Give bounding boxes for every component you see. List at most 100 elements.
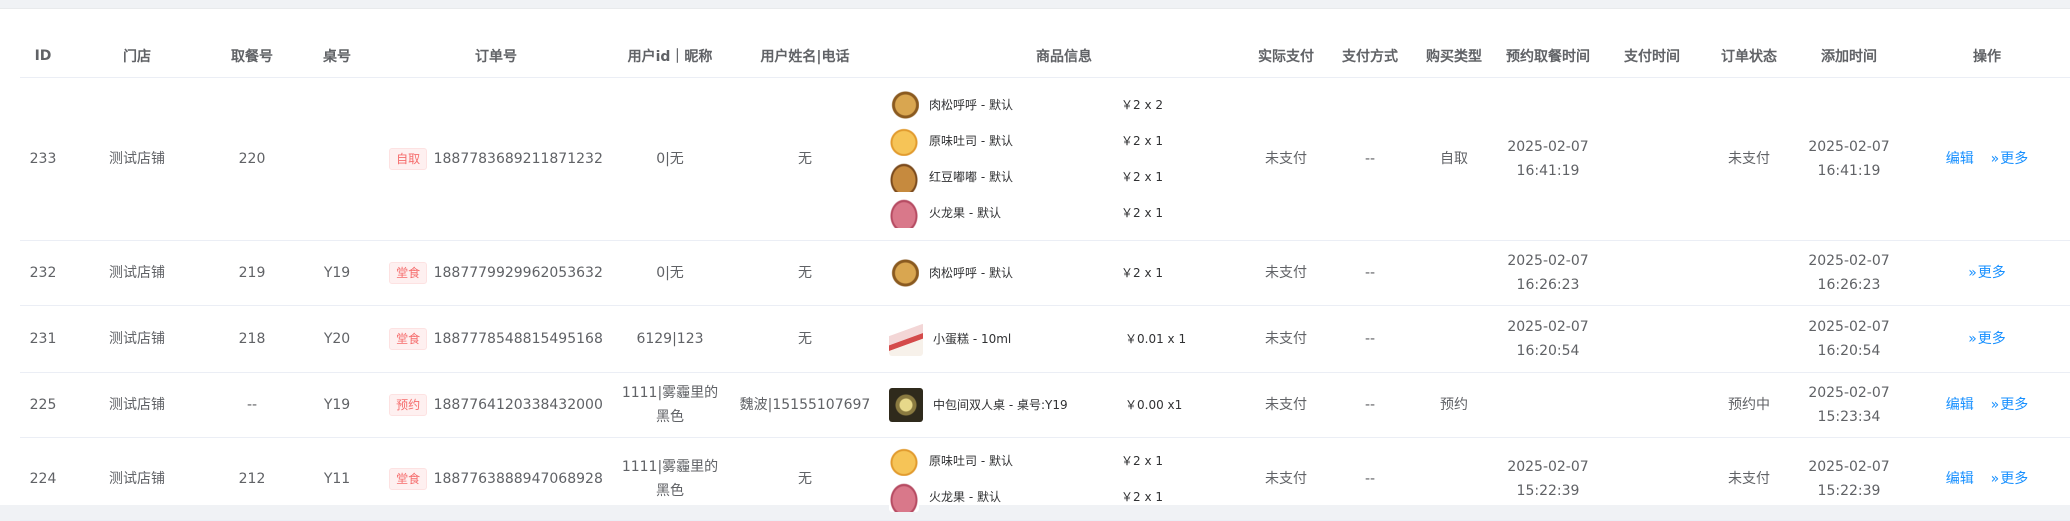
goods-price: ￥2 x 1 bbox=[1121, 454, 1164, 468]
goods-price: ￥2 x 1 bbox=[1121, 170, 1164, 184]
order-type-tag: 预约 bbox=[389, 394, 428, 416]
red-bean-bun-thumbnail bbox=[889, 162, 919, 192]
order-type-tag: 堂食 bbox=[389, 328, 428, 350]
col-header-reserve-time[interactable]: 预约取餐时间 bbox=[1496, 35, 1600, 78]
order-number: 1887764120338432000 bbox=[433, 397, 603, 413]
add-clock: 15:22:39 bbox=[1817, 483, 1881, 499]
more-label: 更多 bbox=[1977, 265, 2006, 281]
col-header-add-time[interactable]: 添加时间 bbox=[1794, 35, 1904, 78]
add-clock: 16:41:19 bbox=[1817, 163, 1881, 179]
cell-pickup-no: 219 bbox=[208, 240, 296, 306]
cell-paid: 未支付 bbox=[1244, 77, 1328, 241]
more-link[interactable]: »更多 bbox=[1968, 265, 2006, 281]
more-link[interactable]: »更多 bbox=[1991, 151, 2029, 167]
more-label: 更多 bbox=[2000, 471, 2029, 487]
col-header-paid[interactable]: 实际支付 bbox=[1244, 35, 1328, 78]
reserve-date: 2025-02-07 bbox=[1507, 459, 1589, 475]
double-chevron-right-icon: » bbox=[1990, 397, 2000, 413]
reserve-clock: 16:20:54 bbox=[1516, 343, 1580, 359]
goods-name: 红豆嘟嘟 - 默认 bbox=[929, 170, 1013, 184]
cell-status: 预约中 bbox=[1704, 372, 1794, 438]
add-clock: 16:26:23 bbox=[1817, 277, 1881, 293]
cell-user: 0|无 bbox=[614, 77, 726, 241]
order-number: 1887778548815495168 bbox=[433, 331, 603, 347]
goods-item: 红豆嘟嘟 - 默认 ￥2 x 1 bbox=[885, 159, 1243, 195]
plain-toast-thumbnail bbox=[889, 126, 919, 156]
cell-buy-type: 预约 bbox=[1412, 372, 1496, 438]
more-link[interactable]: »更多 bbox=[1968, 331, 2006, 347]
edit-link[interactable]: 编辑 bbox=[1946, 397, 1974, 413]
double-chevron-right-icon: » bbox=[1990, 151, 2000, 167]
col-header-buy-type[interactable]: 购买类型 bbox=[1412, 35, 1496, 78]
cell-table-no: Y20 bbox=[296, 305, 378, 373]
col-header-store[interactable]: 门店 bbox=[66, 35, 208, 78]
cell-table-no bbox=[296, 77, 378, 241]
col-header-table-no[interactable]: 桌号 bbox=[296, 35, 378, 78]
cell-user: 6129|123 bbox=[614, 305, 726, 373]
cell-reserve-time: 2025-02-07 16:20:54 bbox=[1496, 305, 1600, 373]
cell-id: 231 bbox=[20, 305, 66, 373]
goods-name: 原味吐司 - 默认 bbox=[929, 134, 1013, 148]
double-chevron-right-icon: » bbox=[1968, 331, 1977, 347]
cell-buy-type bbox=[1412, 240, 1496, 306]
edit-link[interactable]: 编辑 bbox=[1946, 471, 1974, 487]
edit-link[interactable]: 编辑 bbox=[1946, 151, 1974, 167]
cell-status bbox=[1704, 305, 1794, 373]
cell-order-no: 堂食 1887779929962053632 bbox=[378, 240, 614, 306]
more-label: 更多 bbox=[1977, 331, 2006, 347]
small-cake-thumbnail bbox=[889, 322, 923, 356]
plain-toast-thumbnail bbox=[889, 446, 919, 476]
reserve-date: 2025-02-07 bbox=[1507, 139, 1589, 155]
goods-price: ￥0.01 x 1 bbox=[1125, 332, 1187, 346]
goods-item: 原味吐司 - 默认 ￥2 x 1 bbox=[885, 443, 1243, 479]
goods-item: 火龙果 - 默认 ￥2 x 1 bbox=[885, 479, 1243, 515]
table-row[interactable]: 231 测试店铺 218 Y20 堂食 1887778548815495168 … bbox=[20, 305, 2070, 373]
cell-buy-type bbox=[1412, 305, 1496, 373]
goods-name: 中包间双人桌 - 桌号:Y19 bbox=[933, 398, 1068, 412]
table-row[interactable]: 232 测试店铺 219 Y19 堂食 1887779929962053632 … bbox=[20, 240, 2070, 306]
col-header-name-phone[interactable]: 用户姓名|电话 bbox=[726, 35, 884, 78]
double-chevron-right-icon: » bbox=[1968, 265, 1977, 281]
table-row[interactable]: 233 测试店铺 220 自取 1887783689211871232 0|无 … bbox=[20, 77, 2070, 241]
col-header-user[interactable]: 用户id｜昵称 bbox=[614, 35, 726, 78]
cell-pay-method: -- bbox=[1328, 372, 1412, 438]
cell-add-time: 2025-02-07 15:22:39 bbox=[1794, 437, 1904, 521]
cell-paid: 未支付 bbox=[1244, 437, 1328, 521]
dragon-fruit-thumbnail bbox=[889, 482, 919, 512]
table-row[interactable]: 225 测试店铺 -- Y19 预约 1887764120338432000 1… bbox=[20, 372, 2070, 438]
goods-item: 肉松呼呼 - 默认 ￥2 x 1 bbox=[885, 255, 1243, 291]
goods-name: 火龙果 - 默认 bbox=[929, 206, 1001, 220]
col-header-id[interactable]: ID bbox=[20, 35, 66, 78]
cell-table-no: Y19 bbox=[296, 240, 378, 306]
add-date: 2025-02-07 bbox=[1808, 253, 1890, 269]
order-number: 1887783689211871232 bbox=[433, 151, 603, 167]
goods-price: ￥2 x 2 bbox=[1121, 98, 1164, 112]
cell-pay-time bbox=[1600, 240, 1704, 306]
cell-add-time: 2025-02-07 16:41:19 bbox=[1794, 77, 1904, 241]
cell-store: 测试店铺 bbox=[66, 372, 208, 438]
cell-status bbox=[1704, 240, 1794, 306]
goods-item: 中包间双人桌 - 桌号:Y19 ￥0.00 x1 bbox=[885, 387, 1243, 423]
goods-price: ￥2 x 1 bbox=[1121, 134, 1164, 148]
cell-store: 测试店铺 bbox=[66, 437, 208, 521]
goods-price: ￥2 x 1 bbox=[1121, 490, 1164, 504]
reserve-date: 2025-02-07 bbox=[1507, 319, 1589, 335]
goods-name: 火龙果 - 默认 bbox=[929, 490, 1001, 504]
reserve-clock: 15:22:39 bbox=[1516, 483, 1580, 499]
cell-pay-method: -- bbox=[1328, 240, 1412, 306]
cell-name-phone: 无 bbox=[726, 240, 884, 306]
col-header-pay-method[interactable]: 支付方式 bbox=[1328, 35, 1412, 78]
more-link[interactable]: »更多 bbox=[1991, 471, 2029, 487]
user-line: 黑色 bbox=[656, 409, 684, 425]
more-link[interactable]: »更多 bbox=[1991, 397, 2029, 413]
col-header-pickup-no[interactable]: 取餐号 bbox=[208, 35, 296, 78]
cell-actions: 编辑 »更多 bbox=[1904, 77, 2070, 241]
reserve-date: 2025-02-07 bbox=[1507, 253, 1589, 269]
col-header-order-no[interactable]: 订单号 bbox=[378, 35, 614, 78]
col-header-pay-time[interactable]: 支付时间 bbox=[1600, 35, 1704, 78]
cell-add-time: 2025-02-07 16:20:54 bbox=[1794, 305, 1904, 373]
col-header-goods[interactable]: 商品信息 bbox=[884, 35, 1244, 78]
table-row[interactable]: 224 测试店铺 212 Y11 堂食 1887763888947068928 … bbox=[20, 437, 2070, 521]
goods-item: 肉松呼呼 - 默认 ￥2 x 2 bbox=[885, 87, 1243, 123]
col-header-status[interactable]: 订单状态 bbox=[1704, 35, 1794, 78]
